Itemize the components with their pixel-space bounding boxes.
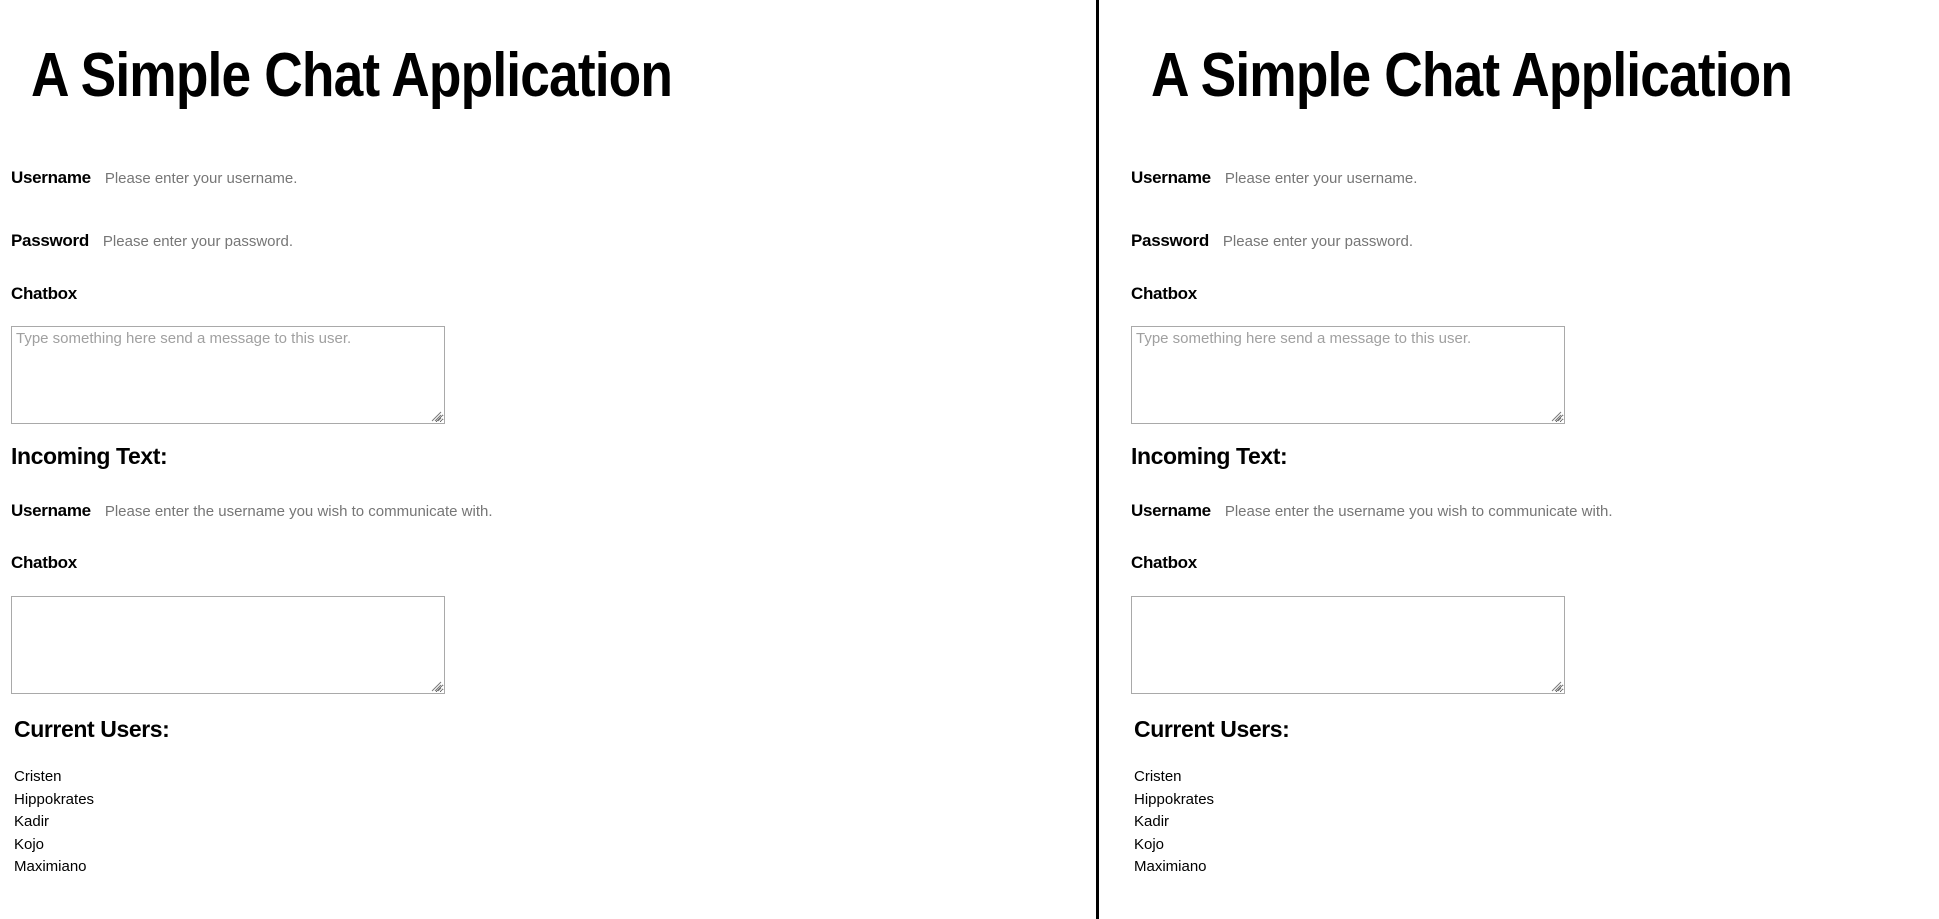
pane-divider <box>1096 0 1099 919</box>
recipient-username-label: Username <box>1131 501 1211 520</box>
recipient-username-input[interactable] <box>1224 503 1785 520</box>
username-input[interactable] <box>1224 170 1785 187</box>
list-item[interactable]: Kojo <box>14 834 94 857</box>
list-item[interactable]: Cristen <box>1134 766 1214 789</box>
chatbox-label: Chatbox <box>11 284 77 303</box>
recipient-username-row: Username <box>1131 501 1785 521</box>
password-label: Password <box>1131 231 1209 250</box>
username-label: Username <box>11 168 91 187</box>
list-item[interactable]: Kojo <box>1134 834 1214 857</box>
list-item[interactable]: Kadir <box>1134 811 1214 834</box>
list-item[interactable]: Kadir <box>14 811 94 834</box>
chat-pane-right: A Simple Chat Application Username Passw… <box>1120 0 1939 919</box>
recipient-username-row: Username <box>11 501 665 521</box>
incoming-chatbox-label: Chatbox <box>1131 553 1197 572</box>
incoming-heading: Incoming Text: <box>11 443 168 469</box>
incoming-chatbox[interactable] <box>11 596 445 694</box>
incoming-chatbox-label: Chatbox <box>11 553 77 572</box>
username-input[interactable] <box>104 170 665 187</box>
current-users-heading: Current Users: <box>14 716 170 742</box>
chat-pane-left: A Simple Chat Application Username Passw… <box>0 0 1096 919</box>
recipient-username-label: Username <box>11 501 91 520</box>
password-input[interactable] <box>102 233 663 250</box>
list-item[interactable]: Cristen <box>14 766 94 789</box>
user-list: Cristen Hippokrates Kadir Kojo Maximiano <box>1134 766 1214 879</box>
list-item[interactable]: Maximiano <box>14 856 94 879</box>
username-label: Username <box>1131 168 1211 187</box>
password-input[interactable] <box>1222 233 1783 250</box>
list-item[interactable]: Maximiano <box>1134 856 1214 879</box>
list-item[interactable]: Hippokrates <box>14 789 94 812</box>
page-title: A Simple Chat Application <box>1151 41 1793 110</box>
login-username-row: Username <box>11 168 665 188</box>
current-users-heading: Current Users: <box>1134 716 1290 742</box>
incoming-chatbox[interactable] <box>1131 596 1565 694</box>
login-password-row: Password <box>1131 231 1783 251</box>
list-item[interactable]: Hippokrates <box>1134 789 1214 812</box>
user-list: Cristen Hippokrates Kadir Kojo Maximiano <box>14 766 94 879</box>
password-label: Password <box>11 231 89 250</box>
recipient-username-input[interactable] <box>104 503 665 520</box>
chatbox-label: Chatbox <box>1131 284 1197 303</box>
login-password-row: Password <box>11 231 663 251</box>
incoming-heading: Incoming Text: <box>1131 443 1288 469</box>
outgoing-chatbox[interactable] <box>11 326 445 424</box>
page-title: A Simple Chat Application <box>31 41 673 110</box>
outgoing-chatbox[interactable] <box>1131 326 1565 424</box>
login-username-row: Username <box>1131 168 1785 188</box>
